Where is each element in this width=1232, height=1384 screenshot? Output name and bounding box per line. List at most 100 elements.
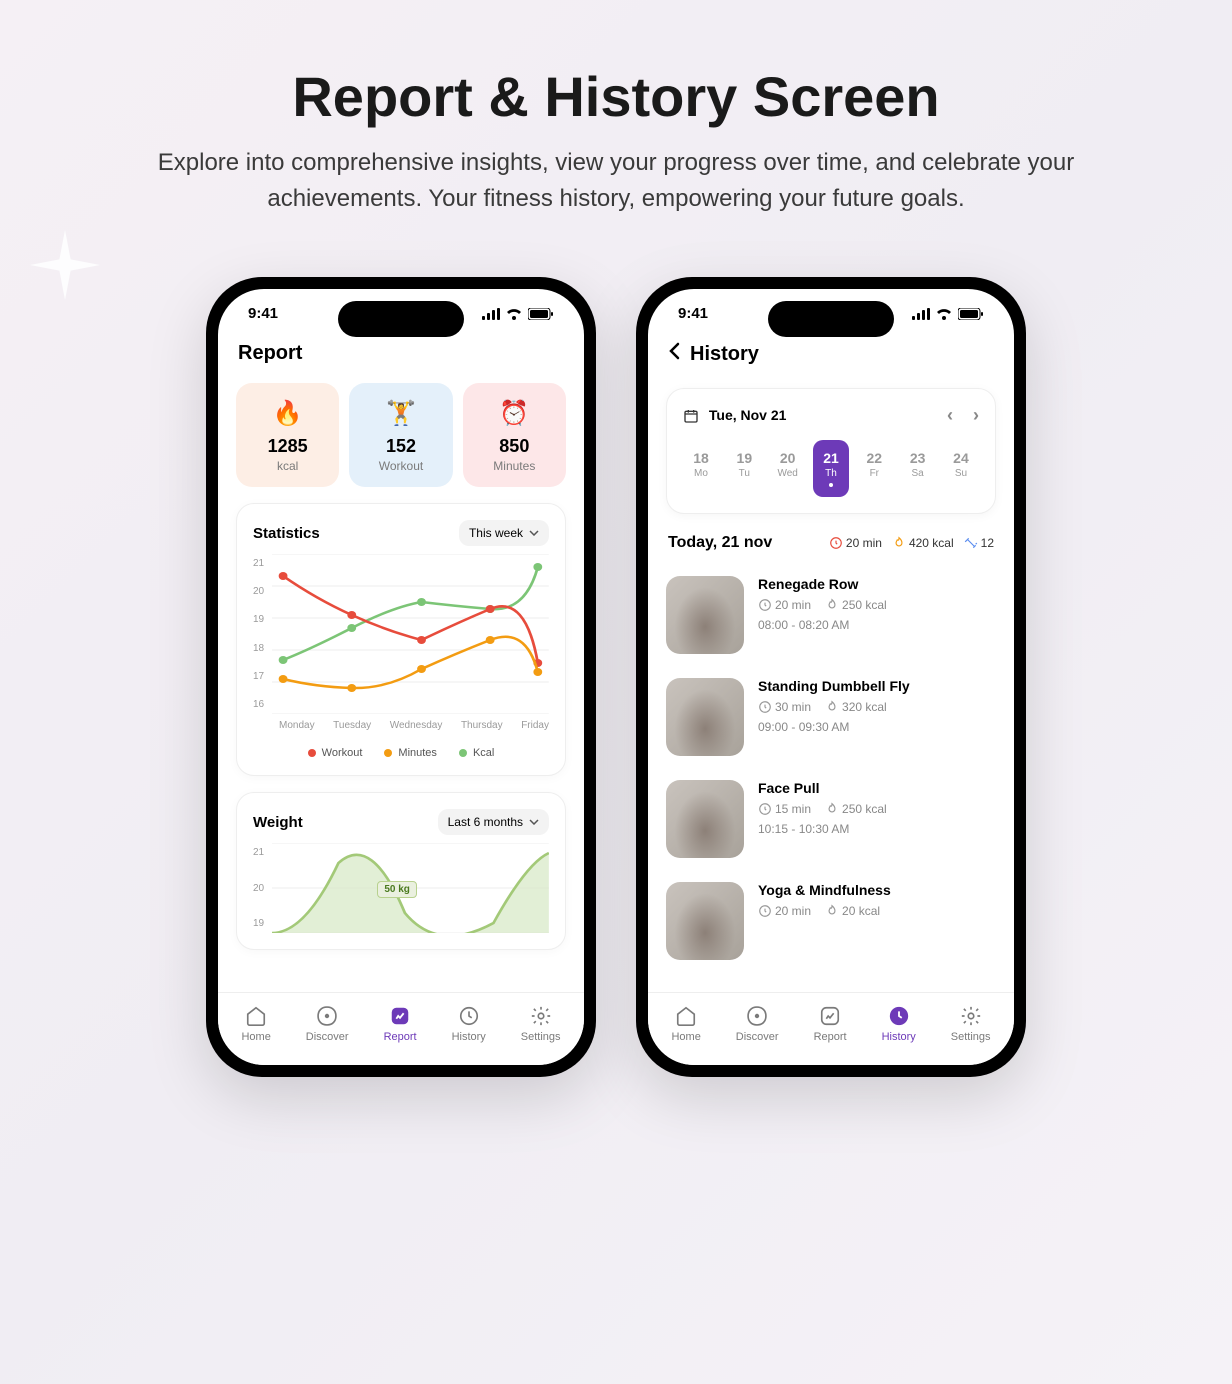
flame-icon bbox=[825, 802, 839, 816]
nav-home[interactable]: Home bbox=[241, 1005, 270, 1043]
calendar-day-20[interactable]: 20Wed bbox=[770, 440, 806, 497]
workout-time-range: 09:00 - 09:30 AM bbox=[758, 720, 996, 734]
fire-icon: 🔥 bbox=[242, 399, 333, 428]
calendar-day-18[interactable]: 18Mo bbox=[683, 440, 719, 497]
back-button[interactable] bbox=[668, 342, 680, 366]
workout-thumbnail bbox=[666, 780, 744, 858]
nav-discover[interactable]: Discover bbox=[736, 1005, 779, 1043]
metric-workout-value: 152 bbox=[355, 436, 446, 457]
flame-icon bbox=[825, 598, 839, 612]
metric-minutes-label: Minutes bbox=[469, 459, 560, 473]
calendar-next-button[interactable]: › bbox=[973, 405, 979, 426]
workout-item[interactable]: Standing Dumbbell Fly 30 min 320 kcal 09… bbox=[666, 666, 996, 768]
legend-dot-workout bbox=[308, 749, 316, 757]
weight-card: Weight Last 6 months 21 20 19 bbox=[236, 792, 566, 950]
weight-annotation: 50 kg bbox=[377, 881, 417, 898]
compass-icon bbox=[743, 1005, 771, 1027]
statistics-legend: Workout Minutes Kcal bbox=[253, 747, 549, 759]
weight-chart: 50 kg bbox=[272, 843, 549, 933]
bottom-nav: Home Discover Report History Settings bbox=[648, 992, 1014, 1065]
metric-kcal-value: 1285 bbox=[242, 436, 333, 457]
weight-icon: 🏋️ bbox=[355, 399, 446, 428]
sparkle-decoration bbox=[30, 230, 100, 300]
phone-history-frame: 9:41 History Tue, Nov 21 bbox=[636, 277, 1026, 1077]
workout-item[interactable]: Yoga & Mindfulness 20 min 20 kcal bbox=[666, 870, 996, 972]
legend-dot-kcal bbox=[459, 749, 467, 757]
metric-workout-label: Workout bbox=[355, 459, 446, 473]
flame-icon bbox=[825, 700, 839, 714]
workout-name: Face Pull bbox=[758, 780, 996, 796]
statistics-range-select[interactable]: This week bbox=[459, 520, 549, 546]
calendar-day-23[interactable]: 23Sa bbox=[900, 440, 936, 497]
nav-report[interactable]: Report bbox=[384, 1005, 417, 1043]
calendar-day-22[interactable]: 22Fr bbox=[856, 440, 892, 497]
status-time: 9:41 bbox=[678, 305, 708, 322]
clock-icon: ⏰ bbox=[469, 399, 560, 428]
flame-icon bbox=[825, 904, 839, 918]
gear-icon bbox=[957, 1005, 985, 1027]
calendar-day-24[interactable]: 24Su bbox=[943, 440, 979, 497]
workout-name: Renegade Row bbox=[758, 576, 996, 592]
weight-range-label: Last 6 months bbox=[448, 815, 523, 829]
battery-icon bbox=[528, 308, 554, 320]
nav-history[interactable]: History bbox=[452, 1005, 486, 1043]
nav-settings[interactable]: Settings bbox=[951, 1005, 991, 1043]
history-screen-title: History bbox=[690, 343, 759, 366]
calendar-prev-button[interactable]: ‹ bbox=[947, 405, 953, 426]
nav-history[interactable]: History bbox=[882, 1005, 916, 1043]
metric-kcal-card[interactable]: 🔥 1285 kcal bbox=[236, 383, 339, 487]
legend-dot-minutes bbox=[384, 749, 392, 757]
wifi-icon bbox=[506, 308, 522, 320]
workout-name: Yoga & Mindfulness bbox=[758, 882, 996, 898]
statistics-title: Statistics bbox=[253, 525, 320, 542]
metric-minutes-value: 850 bbox=[469, 436, 560, 457]
page-subtitle: Explore into comprehensive insights, vie… bbox=[156, 145, 1076, 217]
calendar-date-label: Tue, Nov 21 bbox=[683, 407, 786, 424]
nav-home[interactable]: Home bbox=[671, 1005, 700, 1043]
home-icon bbox=[672, 1005, 700, 1027]
chevron-down-icon bbox=[529, 819, 539, 825]
calendar-day-19[interactable]: 19Tu bbox=[726, 440, 762, 497]
page-title: Report & History Screen bbox=[0, 0, 1232, 129]
phone-notch bbox=[768, 301, 894, 337]
workout-item[interactable]: Renegade Row 20 min 250 kcal 08:00 - 08:… bbox=[666, 564, 996, 666]
statistics-range-label: This week bbox=[469, 526, 523, 540]
calendar-day-21[interactable]: 21Th bbox=[813, 440, 849, 497]
chart-icon bbox=[816, 1005, 844, 1027]
nav-report[interactable]: Report bbox=[814, 1005, 847, 1043]
chevron-down-icon bbox=[529, 530, 539, 536]
clock-icon bbox=[758, 904, 772, 918]
battery-icon bbox=[958, 308, 984, 320]
nav-discover[interactable]: Discover bbox=[306, 1005, 349, 1043]
calendar-card: Tue, Nov 21 ‹ › 18Mo19Tu20Wed21Th22Fr23S… bbox=[666, 388, 996, 514]
signal-icon bbox=[482, 308, 500, 320]
metric-minutes-card[interactable]: ⏰ 850 Minutes bbox=[463, 383, 566, 487]
clock-icon bbox=[829, 536, 843, 550]
gear-icon bbox=[527, 1005, 555, 1027]
workout-thumbnail bbox=[666, 882, 744, 960]
home-icon bbox=[242, 1005, 270, 1027]
history-icon bbox=[885, 1005, 913, 1027]
nav-settings[interactable]: Settings bbox=[521, 1005, 561, 1043]
chart-icon bbox=[386, 1005, 414, 1027]
bottom-nav: Home Discover Report History Settings bbox=[218, 992, 584, 1065]
report-screen-title: Report bbox=[238, 342, 302, 365]
flame-icon bbox=[892, 536, 906, 550]
today-label: Today, 21 nov bbox=[668, 534, 772, 552]
compass-icon bbox=[313, 1005, 341, 1027]
weight-range-select[interactable]: Last 6 months bbox=[438, 809, 549, 835]
workout-time-range: 08:00 - 08:20 AM bbox=[758, 618, 996, 632]
workout-time-range: 10:15 - 10:30 AM bbox=[758, 822, 996, 836]
workout-name: Standing Dumbbell Fly bbox=[758, 678, 996, 694]
workout-thumbnail bbox=[666, 678, 744, 756]
phone-report-frame: 9:41 Report 🔥 1285 kcal bbox=[206, 277, 596, 1077]
weight-title: Weight bbox=[253, 814, 303, 831]
statistics-y-axis: 21 20 19 18 17 16 bbox=[253, 554, 264, 714]
wifi-icon bbox=[936, 308, 952, 320]
workout-item[interactable]: Face Pull 15 min 250 kcal 10:15 - 10:30 … bbox=[666, 768, 996, 870]
status-time: 9:41 bbox=[248, 305, 278, 322]
clock-icon bbox=[758, 802, 772, 816]
history-icon bbox=[455, 1005, 483, 1027]
signal-icon bbox=[912, 308, 930, 320]
metric-workout-card[interactable]: 🏋️ 152 Workout bbox=[349, 383, 452, 487]
